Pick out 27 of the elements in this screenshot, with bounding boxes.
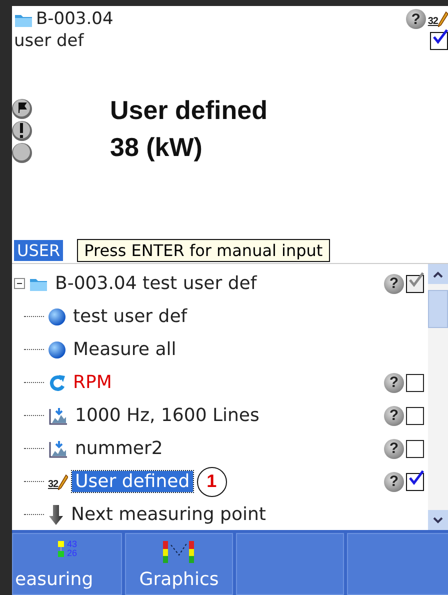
chart-icon xyxy=(48,440,68,458)
ball-icon xyxy=(48,308,66,326)
help-button[interactable]: ? xyxy=(406,9,426,29)
folder-name: B-003.04 xyxy=(36,9,114,29)
down-caret-icon xyxy=(433,516,443,524)
flag-button[interactable] xyxy=(12,98,33,120)
callout-number: 1 xyxy=(196,466,227,496)
toolbar-button[interactable]: Graphics xyxy=(125,533,233,595)
up-caret-icon xyxy=(433,270,443,278)
scroll-up-button[interactable] xyxy=(428,264,448,284)
checkbox[interactable] xyxy=(430,32,448,50)
down-arrow-icon xyxy=(48,504,64,526)
measurement-title: User defined xyxy=(110,94,268,127)
ball-icon xyxy=(48,340,66,358)
scrollbar[interactable] xyxy=(428,264,448,530)
folder-subtitle: user def xyxy=(14,30,85,52)
alert-button[interactable] xyxy=(12,120,33,142)
scroll-thumb[interactable] xyxy=(428,290,448,328)
refresh-icon xyxy=(48,374,66,392)
mode-badge: USER xyxy=(14,240,64,260)
scroll-down-button[interactable] xyxy=(428,510,448,530)
tooltip: Press ENTER for manual input xyxy=(77,238,330,262)
round-button[interactable] xyxy=(12,142,33,164)
bar-graph-icon xyxy=(162,540,196,564)
chart-icon xyxy=(48,406,68,424)
measurement-value: 38 (kW) xyxy=(110,131,204,164)
toolbar-button[interactable]: 43 26 easuring xyxy=(12,533,122,595)
